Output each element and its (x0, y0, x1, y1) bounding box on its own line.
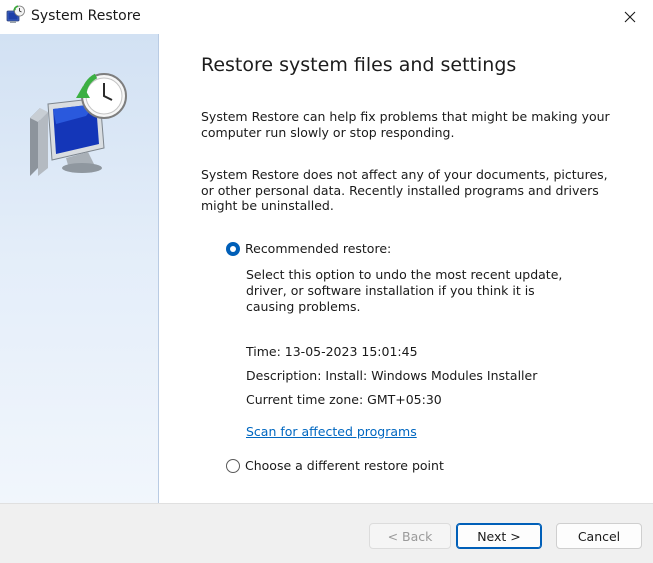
footer: < Back Next > Cancel (0, 503, 653, 563)
radio-different[interactable] (226, 458, 240, 473)
recommended-restore-label: Recommended restore: (245, 241, 392, 256)
system-restore-window: System Restore Restore system files and … (0, 0, 653, 563)
close-icon (624, 11, 636, 23)
restore-timezone: Current time zone: GMT+05:30 (246, 392, 442, 407)
different-restore-label: Choose a different restore point (245, 458, 444, 473)
page-title: Restore system files and settings (201, 54, 517, 76)
intro-text: System Restore can help fix problems tha… (201, 109, 610, 140)
scan-affected-programs-link[interactable]: Scan for affected programs (246, 424, 417, 439)
window-title: System Restore (31, 8, 141, 24)
cancel-button[interactable]: Cancel (556, 523, 642, 549)
next-button[interactable]: Next > (456, 523, 542, 549)
restore-description: Description: Install: Windows Modules In… (246, 368, 538, 383)
different-restore-option[interactable]: Choose a different restore point (226, 458, 444, 473)
radio-recommended[interactable] (226, 241, 240, 256)
recommended-description: Select this option to undo the most rece… (246, 267, 563, 314)
info-text: System Restore does not affect any of yo… (201, 167, 608, 213)
close-button[interactable] (607, 0, 653, 34)
system-restore-icon (6, 5, 25, 23)
left-panel (0, 34, 159, 503)
recommended-restore-option[interactable]: Recommended restore: (226, 241, 391, 256)
restore-time: Time: 13-05-2023 15:01:45 (246, 344, 418, 359)
content-panel: Restore system files and settings System… (160, 34, 653, 503)
system-restore-icon (30, 73, 127, 176)
title-bar: System Restore (0, 0, 653, 34)
back-button[interactable]: < Back (369, 523, 451, 549)
